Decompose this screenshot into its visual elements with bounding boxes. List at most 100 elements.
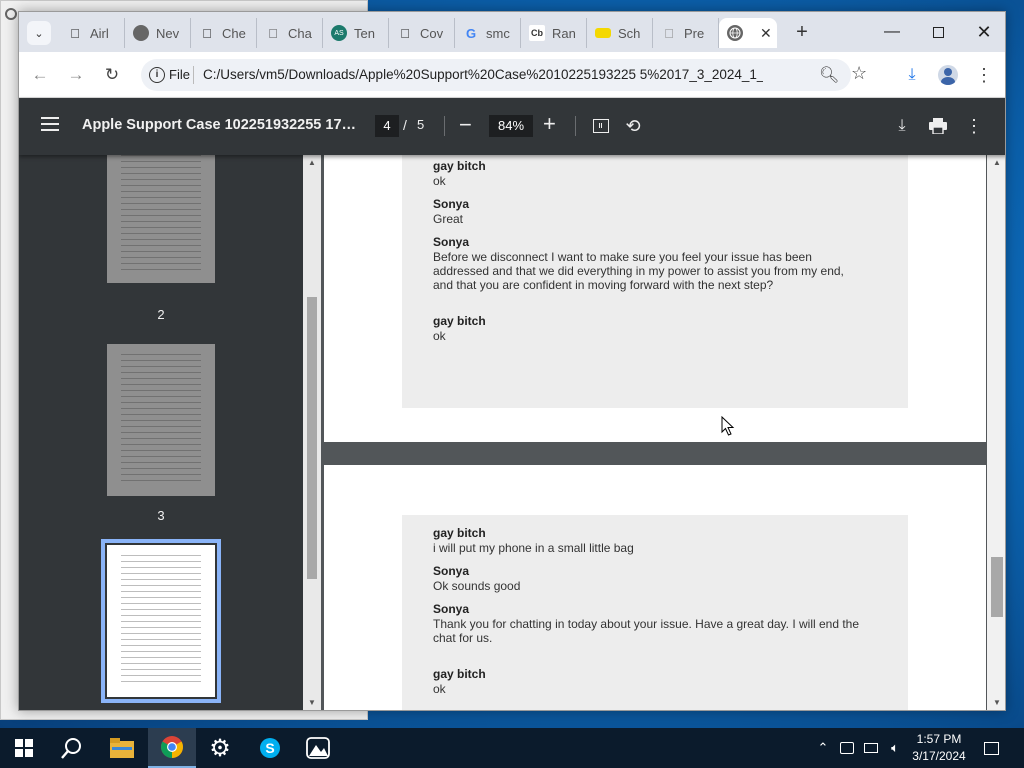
tab-nev[interactable]: Nev <box>125 18 191 48</box>
zoom-in-button[interactable]: + <box>543 111 556 137</box>
omnibox-separator <box>193 66 194 84</box>
bookmark-star-icon[interactable]: ☆ <box>851 63 867 84</box>
forward-button[interactable]: → <box>65 64 87 86</box>
tab-airl[interactable]:  Airl <box>59 18 125 48</box>
chat-text: ok <box>433 329 446 343</box>
notifications-icon[interactable] <box>982 739 1000 757</box>
chat-message: gay bitch ok <box>433 314 883 343</box>
chat-message: Sonya Thank you for chatting in today ab… <box>433 602 878 645</box>
mouse-cursor-icon <box>721 416 735 436</box>
thumbnail-page-4[interactable] <box>101 539 221 703</box>
thumbnail-page-3[interactable] <box>107 344 215 496</box>
thumbnail-label: 3 <box>157 508 165 523</box>
network-icon[interactable] <box>862 739 880 757</box>
tab-active-pdf[interactable]: ✕ <box>719 18 777 48</box>
page-number-input[interactable]: 4 <box>375 115 399 137</box>
thumbnail-label: 2 <box>157 307 165 322</box>
start-button[interactable] <box>0 728 48 768</box>
tab-ten[interactable]: AS Ten <box>323 18 389 48</box>
chat-sender: gay bitch <box>433 314 486 328</box>
taskbar-clock[interactable]: 1:57 PM 3/17/2024 <box>904 731 974 765</box>
settings-gear-icon[interactable]: ⚙ <box>196 728 244 768</box>
tab-pre[interactable]:  Pre <box>653 18 719 48</box>
chat-text: Before we disconnect I want to make sure… <box>433 250 844 292</box>
background-window-icon <box>5 8 17 20</box>
close-window-button[interactable]: ✕ <box>961 12 1005 52</box>
thumbnail-page-2[interactable] <box>107 155 215 283</box>
toolbar-divider <box>444 116 445 136</box>
chat-transcript-box: gay bitch ok Sonya Great Sonya Before we… <box>402 155 908 408</box>
pdf-page-upper: gay bitch ok Sonya Great Sonya Before we… <box>324 155 986 442</box>
download-icon[interactable]: ⤓ <box>891 115 913 137</box>
info-icon[interactable]: i <box>149 67 165 83</box>
tab-che[interactable]:  Che <box>191 18 257 48</box>
downloads-icon[interactable]: ⤓ <box>901 64 923 86</box>
toolbar-divider <box>575 116 576 136</box>
crunchbase-icon: Cb <box>529 25 545 41</box>
photos-app-icon[interactable] <box>294 728 342 768</box>
taskbar: ⚙ S ⌃ 🔈︎ 1:57 PM 3/17/2024 <box>0 728 1024 768</box>
browser-toolbar: ← → ↻ i File C:/Users/vm5/Downloads/Appl… <box>19 52 1005 98</box>
viewer-scrollbar[interactable]: ▲ ▼ <box>987 155 1005 710</box>
zoom-magnifier-icon[interactable]: 🔍︎ <box>819 65 839 85</box>
chat-message: gay bitch i will put my phone in a small… <box>433 526 883 555</box>
kebab-menu-icon[interactable]: ⋮ <box>973 64 995 86</box>
viewer-scrollbar-thumb[interactable] <box>991 557 1003 617</box>
tab-search-button[interactable]: ⌄ <box>27 21 51 45</box>
search-button[interactable] <box>48 728 96 768</box>
chat-sender: gay bitch <box>433 159 486 173</box>
url-text[interactable]: C:/Users/vm5/Downloads/Apple%20Support%2… <box>203 67 763 82</box>
chat-text: Great <box>433 212 464 226</box>
chevron-down-icon: ⌄ <box>34 27 44 40</box>
scroll-down-arrow[interactable]: ▼ <box>987 698 1005 707</box>
sidebar-scrollbar[interactable]: ▲ ▼ <box>303 155 321 710</box>
close-tab-icon[interactable]: ✕ <box>760 25 772 42</box>
chat-message: gay bitch ok <box>433 159 883 188</box>
tray-chevron-up-icon[interactable]: ⌃ <box>814 739 832 757</box>
file-explorer-icon[interactable] <box>98 728 146 768</box>
chrome-taskbar-icon[interactable] <box>148 728 196 768</box>
chat-sender: gay bitch <box>433 526 486 540</box>
chat-message: Sonya Great <box>433 197 883 226</box>
tab-cha[interactable]:  Cha <box>257 18 323 48</box>
rotate-icon[interactable]: ⟲ <box>622 115 644 137</box>
tab-smc[interactable]: G smc <box>455 18 521 48</box>
clock-time: 1:57 PM <box>916 732 962 746</box>
skype-icon[interactable]: S <box>246 728 294 768</box>
minimize-button[interactable]: — <box>869 12 915 52</box>
fit-to-page-icon[interactable] <box>590 115 612 137</box>
volume-muted-icon[interactable]: 🔈︎ <box>886 739 904 757</box>
scroll-up-arrow[interactable]: ▲ <box>987 158 1005 167</box>
apple-icon:  <box>397 25 413 41</box>
chat-message: Sonya Before we disconnect I want to mak… <box>433 235 863 292</box>
chrome-icon <box>133 25 149 41</box>
chrome-window: ⌄  Airl Nev  Che  Cha AS Ten <box>18 11 1006 711</box>
reload-button[interactable]: ↻ <box>101 64 123 86</box>
tab-sch[interactable]: Sch <box>587 18 653 48</box>
apple-icon:  <box>661 25 677 41</box>
hamburger-menu-icon[interactable] <box>41 117 59 131</box>
tray-app-icon[interactable] <box>838 739 856 757</box>
scroll-up-arrow[interactable]: ▲ <box>303 158 321 167</box>
chat-message: gay bitch ok <box>433 667 883 696</box>
tab-cov[interactable]:  Cov <box>389 18 455 48</box>
chat-sender: Sonya <box>433 602 470 616</box>
address-bar[interactable]: i File C:/Users/vm5/Downloads/Apple%20Su… <box>141 59 867 91</box>
more-options-icon[interactable]: ⋮ <box>963 115 985 137</box>
pdf-page-lower: gay bitch i will put my phone in a small… <box>324 465 986 710</box>
print-icon[interactable] <box>927 115 949 137</box>
zoom-out-button[interactable]: − <box>459 112 472 138</box>
scroll-down-arrow[interactable]: ▼ <box>303 698 321 707</box>
maximize-button[interactable] <box>915 12 961 52</box>
chat-text: Thank you for chatting in today about yo… <box>433 617 860 645</box>
zoom-level-input[interactable]: 84% <box>489 115 533 137</box>
chat-text: Ok sounds good <box>433 579 521 593</box>
pdf-viewer[interactable]: gay bitch ok Sonya Great Sonya Before we… <box>321 155 1005 710</box>
new-tab-button[interactable]: + <box>791 21 813 43</box>
tab-ran[interactable]: Cb Ran <box>521 18 587 48</box>
profile-avatar[interactable] <box>937 64 959 86</box>
sidebar-scrollbar-thumb[interactable] <box>307 297 317 579</box>
back-button[interactable]: ← <box>29 64 51 86</box>
page-total: 5 <box>417 117 425 132</box>
page-separator: / <box>403 117 407 133</box>
